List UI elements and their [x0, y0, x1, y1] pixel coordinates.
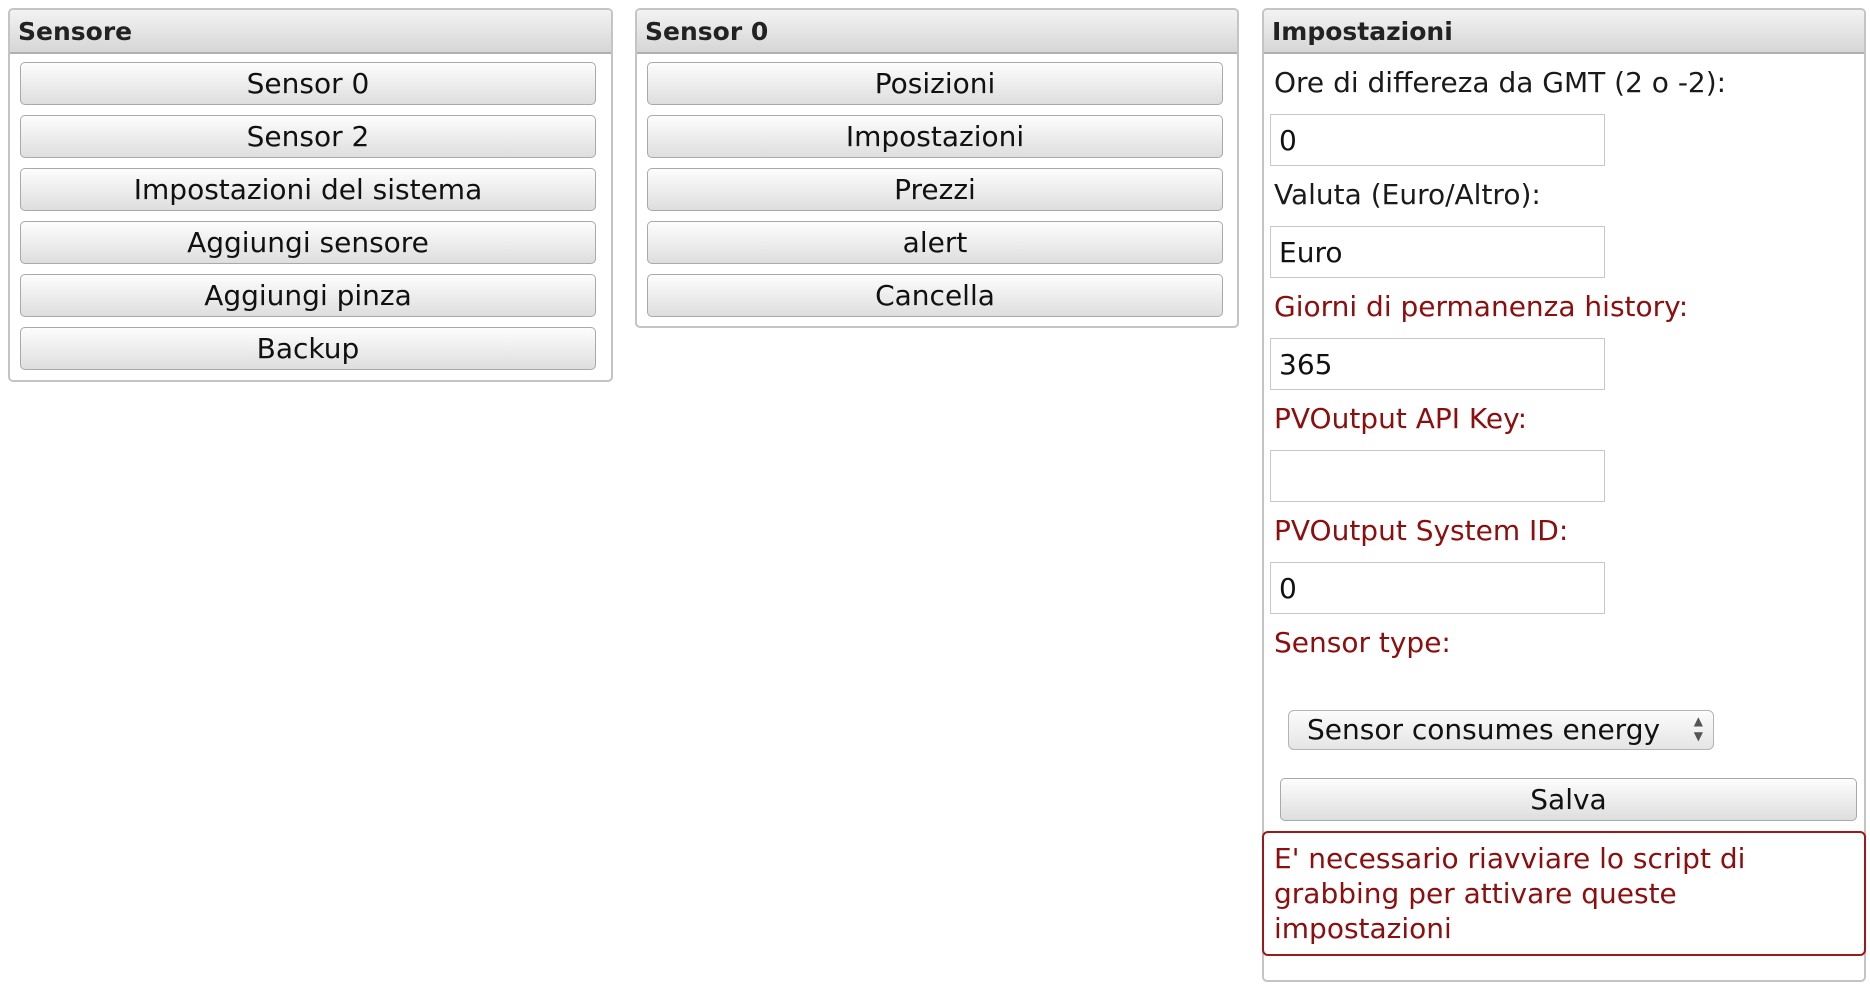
add-clamp-button[interactable]: Aggiungi pinza — [20, 274, 596, 317]
delete-button[interactable]: Cancella — [647, 274, 1223, 317]
add-sensor-button[interactable]: Aggiungi sensore — [20, 221, 596, 264]
sensor-0-panel: Sensor 0 Posizioni Impostazioni Prezzi a… — [635, 8, 1239, 328]
save-button[interactable]: Salva — [1280, 778, 1857, 821]
alert-button[interactable]: alert — [647, 221, 1223, 264]
select-arrows-icon: ▲ ▼ — [1693, 714, 1703, 743]
positions-button[interactable]: Posizioni — [647, 62, 1223, 105]
sensore-panel-title: Sensore — [10, 10, 611, 54]
prices-button[interactable]: Prezzi — [647, 168, 1223, 211]
settings-panel: Impostazioni Ore di differeza da GMT (2 … — [1262, 8, 1866, 982]
history-days-label: Giorni di permanenza history: — [1274, 290, 1689, 323]
sensore-button-list: Sensor 0 Sensor 2 Impostazioni del siste… — [10, 54, 611, 370]
currency-input[interactable] — [1270, 226, 1605, 278]
settings-button[interactable]: Impostazioni — [647, 115, 1223, 158]
sensor-0-button-list: Posizioni Impostazioni Prezzi alert Canc… — [637, 54, 1237, 317]
gmt-offset-label: Ore di differeza da GMT (2 o -2): — [1274, 66, 1727, 99]
sensor-0-button[interactable]: Sensor 0 — [20, 62, 596, 105]
currency-label: Valuta (Euro/Altro): — [1274, 178, 1541, 211]
settings-form: Ore di differeza da GMT (2 o -2): Valuta… — [1262, 66, 1866, 956]
sensor-type-label: Sensor type: — [1274, 626, 1451, 659]
system-settings-button[interactable]: Impostazioni del sistema — [20, 168, 596, 211]
restart-notice: E' necessario riavviare lo script di gra… — [1262, 831, 1866, 956]
gmt-offset-input[interactable] — [1270, 114, 1605, 166]
pvoutput-system-id-input[interactable] — [1270, 562, 1605, 614]
sensor-0-panel-title: Sensor 0 — [637, 10, 1237, 54]
sensor-2-button[interactable]: Sensor 2 — [20, 115, 596, 158]
sensor-type-select[interactable]: Sensor consumes energy ▲ ▼ — [1288, 710, 1714, 750]
settings-panel-title: Impostazioni — [1264, 10, 1864, 54]
history-days-input[interactable] — [1270, 338, 1605, 390]
sensor-type-selected-value: Sensor consumes energy — [1307, 713, 1661, 746]
pvoutput-api-key-input[interactable] — [1270, 450, 1605, 502]
pvoutput-system-id-label: PVOutput System ID: — [1274, 514, 1569, 547]
backup-button[interactable]: Backup — [20, 327, 596, 370]
sensore-panel: Sensore Sensor 0 Sensor 2 Impostazioni d… — [8, 8, 613, 382]
pvoutput-api-key-label: PVOutput API Key: — [1274, 402, 1528, 435]
